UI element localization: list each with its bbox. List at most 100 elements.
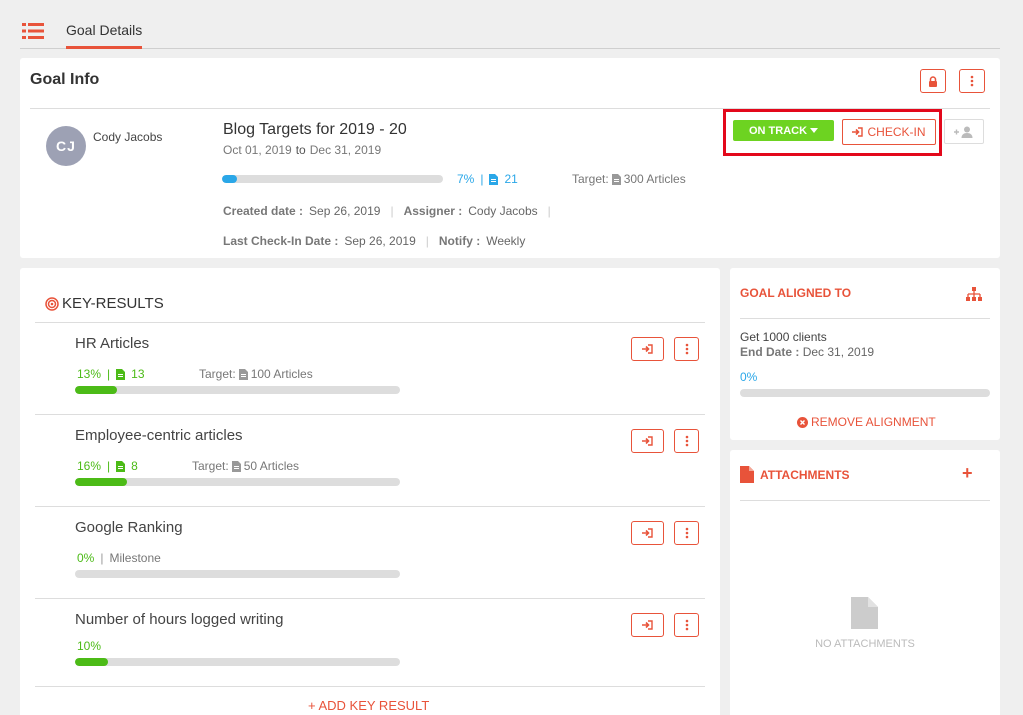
kr-progress-bar bbox=[75, 478, 400, 486]
add-user-icon bbox=[954, 126, 973, 138]
document-icon bbox=[489, 173, 499, 185]
divider bbox=[740, 318, 990, 319]
kr-more-button[interactable] bbox=[674, 337, 699, 361]
status-dropdown-button[interactable]: ON TRACK bbox=[733, 120, 834, 141]
goal-aligned-title: GOAL ALIGNED TO bbox=[740, 286, 852, 300]
caret-down-icon bbox=[810, 128, 819, 133]
aligned-goal-progress-bar bbox=[740, 389, 990, 397]
check-in-label: CHECK-IN bbox=[867, 125, 926, 139]
kr-title: Number of hours logged writing bbox=[75, 611, 284, 628]
avatar: CJ bbox=[46, 126, 86, 166]
kr-title: HR Articles bbox=[75, 335, 150, 352]
aligned-goal-percent: 0% bbox=[740, 370, 758, 384]
created-date-value: Sep 26, 2019 bbox=[309, 204, 381, 218]
lock-icon bbox=[929, 75, 937, 87]
divider bbox=[35, 414, 705, 415]
notify-value: Weekly bbox=[486, 234, 526, 248]
vertical-dots-icon bbox=[685, 527, 688, 539]
kr-more-button[interactable] bbox=[674, 429, 699, 453]
kr-target-value: 50 Articles bbox=[243, 459, 300, 473]
lock-button[interactable] bbox=[920, 69, 946, 93]
kr-target-value: 100 Articles bbox=[250, 367, 313, 381]
stat-divider: | bbox=[107, 367, 111, 381]
divider bbox=[35, 598, 705, 599]
kr-check-in-button[interactable] bbox=[631, 521, 664, 545]
divider bbox=[35, 686, 705, 687]
goal-progress-fill bbox=[222, 175, 238, 183]
kr-percent: 10% bbox=[77, 639, 102, 653]
sign-in-icon bbox=[642, 620, 653, 630]
kr-more-button[interactable] bbox=[674, 613, 699, 637]
kr-target: Target: 100 Articles bbox=[199, 367, 313, 381]
remove-alignment-button[interactable]: REMOVE ALIGNMENT bbox=[797, 415, 936, 429]
kr-percent: 16% bbox=[77, 459, 102, 473]
created-date-label: Created date : bbox=[223, 204, 304, 218]
kr-progress-bar bbox=[75, 570, 400, 578]
goal-more-button[interactable] bbox=[959, 69, 985, 93]
goal-target-label: Target: bbox=[572, 172, 609, 186]
kr-target-label: Target: bbox=[192, 459, 229, 473]
key-results-card: KEY-RESULTS HR Articles 13% | 13 Target:… bbox=[20, 268, 720, 715]
remove-alignment-label: REMOVE ALIGNMENT bbox=[811, 415, 936, 429]
key-results-header: KEY-RESULTS bbox=[45, 295, 164, 312]
kr-target-label: Target: bbox=[199, 367, 236, 381]
end-date-value: Dec 31, 2019 bbox=[802, 345, 875, 359]
goal-aligned-card: GOAL ALIGNED TO Get 1000 clients End Dat… bbox=[730, 268, 1000, 440]
goal-progress-bar bbox=[222, 175, 443, 183]
kr-title: Google Ranking bbox=[75, 519, 183, 536]
kr-stats: 13% | 13 bbox=[77, 367, 145, 381]
kr-more-button[interactable] bbox=[674, 521, 699, 545]
no-attachments-label: NO ATTACHMENTS bbox=[815, 638, 915, 650]
list-menu-icon[interactable] bbox=[22, 22, 44, 40]
date-separator: to bbox=[295, 143, 306, 157]
add-key-result-button[interactable]: + ADD KEY RESULT bbox=[308, 698, 429, 713]
notify-label: Notify : bbox=[438, 234, 481, 248]
document-icon bbox=[231, 460, 241, 472]
kr-progress-bar bbox=[75, 386, 400, 394]
assigner-value: Cody Jacobs bbox=[468, 204, 538, 218]
status-label: ON TRACK bbox=[748, 124, 808, 137]
goal-progress-percent: 7% bbox=[457, 172, 475, 186]
sign-in-icon bbox=[642, 528, 653, 538]
key-results-title: KEY-RESULTS bbox=[62, 295, 164, 312]
kr-percent: 13% bbox=[77, 367, 102, 381]
owner-name: Cody Jacobs bbox=[93, 130, 163, 144]
goal-doc-count: 21 bbox=[504, 172, 518, 186]
last-checkin-value: Sep 26, 2019 bbox=[344, 234, 416, 248]
goal-start-date: Oct 01, 2019 bbox=[223, 143, 292, 157]
hierarchy-icon[interactable] bbox=[966, 287, 982, 301]
divider bbox=[35, 322, 705, 323]
kr-stats: 10% bbox=[77, 639, 101, 653]
vertical-dots-icon bbox=[685, 343, 688, 355]
sign-in-icon bbox=[852, 127, 864, 137]
divider bbox=[740, 500, 990, 501]
add-collaborator-button[interactable] bbox=[944, 119, 984, 144]
kr-percent: 0% bbox=[77, 551, 95, 565]
aligned-goal-name[interactable]: Get 1000 clients bbox=[740, 330, 827, 344]
kr-progress-bar bbox=[75, 658, 400, 666]
meta-divider: | bbox=[547, 204, 551, 218]
last-checkin-label: Last Check-In Date : bbox=[223, 234, 339, 248]
target-icon bbox=[45, 296, 59, 311]
document-icon bbox=[238, 368, 248, 380]
tab-goal-details[interactable]: Goal Details bbox=[66, 22, 143, 49]
add-attachment-button[interactable]: + bbox=[962, 463, 973, 484]
kr-check-in-button[interactable] bbox=[631, 613, 664, 637]
goal-title: Blog Targets for 2019 - 20 bbox=[223, 121, 407, 138]
check-in-button[interactable]: CHECK-IN bbox=[842, 119, 936, 145]
meta-divider: | bbox=[390, 204, 394, 218]
kr-stats: 16% | 8 bbox=[77, 459, 138, 473]
stat-divider: | bbox=[100, 551, 104, 565]
remove-circle-icon bbox=[797, 416, 808, 428]
stat-divider: | bbox=[480, 172, 484, 186]
goal-stats: 7% | 21 bbox=[457, 172, 518, 186]
meta-divider: | bbox=[425, 234, 429, 248]
kr-check-in-button[interactable] bbox=[631, 429, 664, 453]
goal-meta-row-2: Last Check-In Date : Sep 26, 2019 | Noti… bbox=[223, 234, 525, 248]
attachments-header: ATTACHMENTS bbox=[740, 466, 850, 483]
empty-file-icon bbox=[851, 597, 878, 629]
file-icon bbox=[740, 466, 754, 483]
goal-end-date: Dec 31, 2019 bbox=[309, 143, 382, 157]
kr-check-in-button[interactable] bbox=[631, 337, 664, 361]
document-icon bbox=[116, 460, 126, 472]
